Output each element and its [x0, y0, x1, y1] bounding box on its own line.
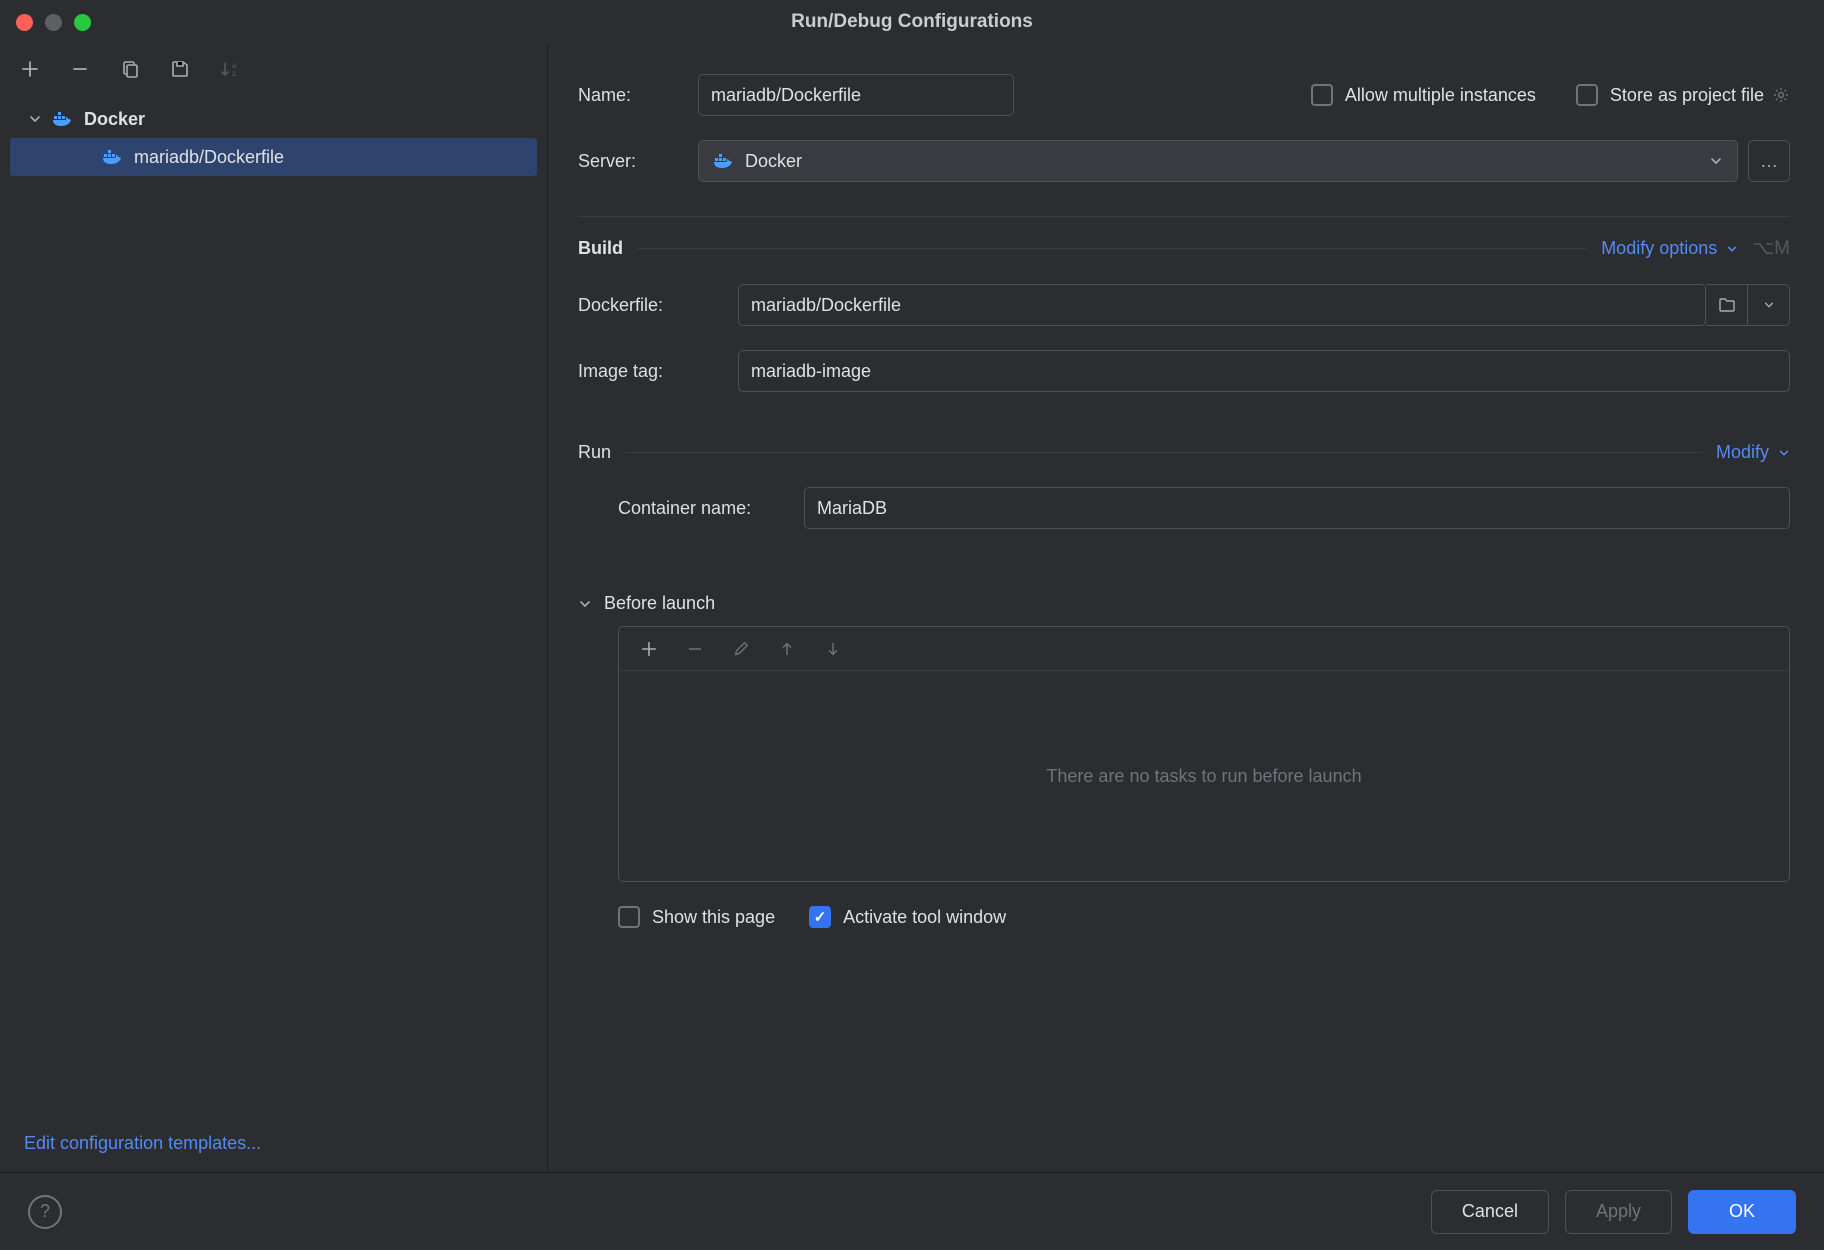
- apply-button[interactable]: Apply: [1565, 1190, 1672, 1234]
- run-section-title: Run: [578, 442, 611, 463]
- add-task-icon[interactable]: [637, 637, 661, 661]
- copy-config-icon[interactable]: [118, 57, 142, 81]
- content-panel: Name: Allow multiple instances Store as …: [548, 44, 1824, 1172]
- remove-task-icon[interactable]: [683, 637, 707, 661]
- folder-icon: [1718, 297, 1736, 313]
- modify-run-link[interactable]: Modify: [1716, 442, 1790, 463]
- edit-task-icon[interactable]: [729, 637, 753, 661]
- imagetag-label: Image tag:: [578, 361, 738, 382]
- checkbox-icon: [1311, 84, 1333, 106]
- titlebar: Run/Debug Configurations: [0, 0, 1824, 44]
- chevron-down-icon[interactable]: [578, 597, 592, 611]
- store-as-project-label: Store as project file: [1610, 85, 1764, 106]
- docker-icon: [102, 148, 124, 166]
- server-browse-button[interactable]: …: [1748, 140, 1790, 182]
- cancel-button[interactable]: Cancel: [1431, 1190, 1549, 1234]
- dockerfile-label: Dockerfile:: [578, 295, 738, 316]
- tree-node-label: mariadb/Dockerfile: [134, 147, 284, 168]
- imagetag-input[interactable]: [738, 350, 1790, 392]
- sort-config-icon[interactable]: az: [218, 57, 242, 81]
- container-name-label: Container name:: [578, 498, 804, 519]
- allow-multiple-checkbox[interactable]: Allow multiple instances: [1311, 84, 1536, 106]
- docker-icon: [52, 110, 74, 128]
- dockerfile-expand-button[interactable]: [1748, 284, 1790, 326]
- window-maximize-button[interactable]: [74, 14, 91, 31]
- add-config-icon[interactable]: [18, 57, 42, 81]
- chevron-down-icon: [28, 112, 42, 126]
- edit-templates-link[interactable]: Edit configuration templates...: [24, 1133, 261, 1153]
- activate-tool-window-checkbox[interactable]: Activate tool window: [809, 906, 1006, 928]
- container-name-input[interactable]: [804, 487, 1790, 529]
- divider: [637, 248, 1587, 249]
- checkbox-icon: [618, 906, 640, 928]
- show-this-page-checkbox[interactable]: Show this page: [618, 906, 775, 928]
- svg-text:z: z: [232, 69, 236, 78]
- name-input[interactable]: [698, 74, 1014, 116]
- shortcut-label: ⌥M: [1752, 237, 1790, 260]
- show-this-page-label: Show this page: [652, 907, 775, 928]
- remove-config-icon[interactable]: [68, 57, 92, 81]
- ok-button[interactable]: OK: [1688, 1190, 1796, 1234]
- build-section-title: Build: [578, 238, 623, 259]
- chevron-down-icon: [1709, 154, 1723, 168]
- gear-icon[interactable]: [1772, 86, 1790, 104]
- ellipsis-icon: …: [1760, 151, 1778, 172]
- browse-file-button[interactable]: [1706, 284, 1748, 326]
- server-value: Docker: [745, 151, 802, 172]
- help-button[interactable]: ?: [28, 1195, 62, 1229]
- chevron-down-icon: [1763, 299, 1775, 311]
- move-up-icon[interactable]: [775, 637, 799, 661]
- config-tree: Docker mariadb/Dockerfile: [0, 94, 547, 1115]
- divider: [625, 452, 1702, 453]
- dockerfile-input[interactable]: [738, 284, 1706, 326]
- activate-tool-window-label: Activate tool window: [843, 907, 1006, 928]
- allow-multiple-label: Allow multiple instances: [1345, 85, 1536, 106]
- store-as-project-checkbox[interactable]: Store as project file: [1576, 84, 1764, 106]
- before-launch-empty: There are no tasks to run before launch: [619, 671, 1789, 881]
- divider: [578, 216, 1790, 217]
- footer: ? Cancel Apply OK: [0, 1172, 1824, 1250]
- window-minimize-button[interactable]: [45, 14, 62, 31]
- checkbox-icon: [809, 906, 831, 928]
- before-launch-box: There are no tasks to run before launch: [618, 626, 1790, 882]
- checkbox-icon: [1576, 84, 1598, 106]
- window-title: Run/Debug Configurations: [791, 11, 1033, 33]
- tree-node-label: Docker: [84, 109, 145, 130]
- server-dropdown[interactable]: Docker: [698, 140, 1738, 182]
- tree-node-dockerfile[interactable]: mariadb/Dockerfile: [10, 138, 537, 176]
- name-label: Name:: [578, 85, 698, 106]
- save-config-icon[interactable]: [168, 57, 192, 81]
- window-close-button[interactable]: [16, 14, 33, 31]
- server-label: Server:: [578, 151, 698, 172]
- modify-options-link[interactable]: Modify options: [1601, 238, 1738, 259]
- sidebar: az Docker mariadb/Docker: [0, 44, 548, 1172]
- move-down-icon[interactable]: [821, 637, 845, 661]
- sidebar-toolbar: az: [0, 44, 547, 94]
- before-launch-title: Before launch: [604, 593, 715, 614]
- docker-icon: [713, 152, 735, 170]
- tree-node-docker[interactable]: Docker: [0, 100, 547, 138]
